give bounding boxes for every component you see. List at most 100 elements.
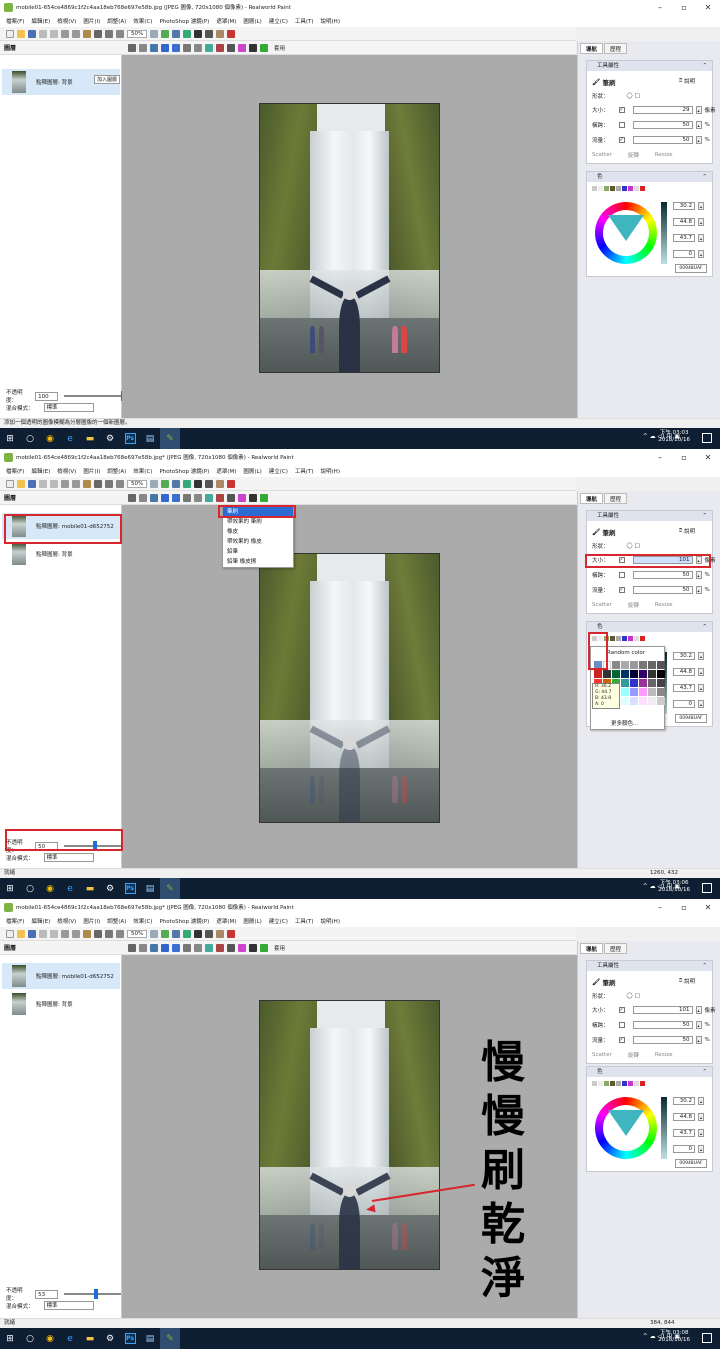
swatch[interactable] (622, 1081, 627, 1086)
saturation-spinner[interactable]: ▴ (698, 218, 704, 226)
menu-edit[interactable]: 編輯(E) (31, 467, 50, 475)
help-link[interactable]: 說明 (684, 527, 695, 535)
zoom-icon[interactable] (116, 479, 124, 488)
file-explorer-icon[interactable]: ▬ (80, 878, 100, 899)
menu-tools[interactable]: 工具(T) (295, 17, 314, 25)
apply-button[interactable]: 套用 (274, 44, 285, 52)
swatch[interactable] (639, 688, 647, 696)
flow-checkbox[interactable]: ✓ (618, 137, 625, 143)
hex-input[interactable]: 00948UAF (675, 1159, 707, 1168)
saturation-input[interactable]: 44.8 (673, 1113, 695, 1121)
swatch[interactable] (657, 670, 665, 678)
swatch[interactable] (630, 697, 638, 705)
text-icon[interactable] (161, 43, 169, 52)
search-icon[interactable]: ○ (20, 878, 40, 899)
line-icon[interactable] (183, 493, 191, 502)
menu-image[interactable]: 圖片(I) (83, 917, 100, 925)
swatch[interactable] (621, 661, 629, 669)
menu-create[interactable]: 建立(C) (269, 917, 288, 925)
flow-spinner[interactable]: ▴ (695, 1036, 702, 1044)
zoom-icon[interactable] (116, 29, 124, 38)
resize-option[interactable]: Resize (655, 1052, 673, 1058)
zoom-select[interactable]: 50% (127, 929, 148, 938)
marquee-icon[interactable] (139, 943, 147, 952)
layers-icon[interactable] (172, 929, 181, 938)
brush-icon[interactable] (172, 943, 180, 952)
green-icon[interactable] (183, 929, 192, 938)
color-wheel[interactable] (595, 1097, 657, 1159)
menu-image[interactable]: 圖片(I) (83, 17, 100, 25)
layer-row[interactable]: 點陣圖層: mobile01-d652752 (2, 963, 120, 989)
square-shape-icon[interactable]: □ (635, 543, 640, 549)
contrast-icon[interactable] (205, 29, 214, 38)
hardness-input[interactable]: 50 (632, 571, 693, 579)
fill-icon[interactable] (205, 493, 213, 502)
hardness-checkbox[interactable] (618, 572, 625, 578)
tab-history[interactable]: 歷程 (604, 493, 628, 504)
value-slider[interactable] (661, 1097, 667, 1159)
menu-layer[interactable]: 圖層(L) (243, 467, 261, 475)
paste-icon[interactable] (83, 929, 91, 938)
green-icon[interactable] (183, 29, 192, 38)
rotate-icon[interactable] (105, 29, 113, 38)
hue-input[interactable]: 30.2 (673, 202, 695, 210)
shape-icon[interactable] (194, 43, 202, 52)
swatch[interactable] (640, 186, 645, 191)
menu-item-pencil[interactable]: 鉛筆 (223, 547, 293, 557)
file-explorer-icon[interactable]: ▬ (80, 428, 100, 449)
rotate-option[interactable]: 旋轉 (628, 151, 639, 159)
minimize-icon[interactable]: – (648, 903, 672, 912)
swatch[interactable] (630, 661, 638, 669)
menu-image[interactable]: 圖片(I) (83, 467, 100, 475)
hex-input[interactable]: 00948UAF (675, 714, 707, 723)
hex-input[interactable]: 00948UAF (675, 264, 707, 273)
swatch[interactable] (634, 1081, 639, 1086)
canvas-photo[interactable] (259, 103, 440, 373)
select-icon[interactable] (128, 493, 136, 502)
minimize-icon[interactable]: – (648, 3, 672, 12)
crop-icon[interactable] (94, 929, 102, 938)
menu-mask[interactable]: 遮罩(M) (216, 467, 236, 475)
pen-icon[interactable] (216, 29, 225, 38)
menu-item-pencil-eraser[interactable]: 鉛筆 橡皮擦 (223, 557, 293, 567)
close-icon[interactable]: ✕ (696, 3, 720, 12)
select-icon[interactable] (128, 43, 136, 52)
value-slider[interactable] (661, 202, 667, 264)
swatch[interactable] (610, 186, 615, 191)
save-icon[interactable] (28, 929, 36, 938)
zoom-select[interactable]: 50% (127, 29, 148, 38)
dropper-icon[interactable] (227, 493, 235, 502)
layers-icon[interactable] (172, 479, 181, 488)
photoshop-icon[interactable]: Ps (120, 878, 140, 899)
opacity-slider[interactable] (64, 1289, 121, 1299)
swatch[interactable] (604, 1081, 609, 1086)
redo-icon[interactable] (50, 29, 58, 38)
stamp-icon[interactable] (216, 493, 224, 502)
alpha-spinner[interactable]: ▴ (698, 700, 704, 708)
app-task-icon[interactable]: ▤ (140, 878, 160, 899)
size-checkbox[interactable]: ✓ (618, 107, 625, 113)
swatch[interactable] (640, 1081, 645, 1086)
saturation-input[interactable]: 44.8 (673, 218, 695, 226)
arrow-icon[interactable] (249, 943, 257, 952)
realworld-paint-task-icon[interactable]: ✎ (160, 428, 180, 449)
grid-icon[interactable] (161, 929, 170, 938)
color-wheel[interactable] (595, 202, 657, 264)
swatch[interactable] (639, 661, 647, 669)
maximize-icon[interactable]: ▫ (672, 3, 696, 12)
rotate-icon[interactable] (105, 479, 113, 488)
swatch[interactable] (610, 1081, 615, 1086)
menu-edit[interactable]: 編輯(E) (31, 917, 50, 925)
hue-spinner[interactable]: ▴ (698, 652, 704, 660)
chrome-icon[interactable]: ◉ (40, 1328, 60, 1349)
select-icon[interactable] (128, 943, 136, 952)
help-icon[interactable]: ⍰ (679, 528, 682, 535)
search-icon[interactable]: ○ (20, 428, 40, 449)
swatch[interactable] (622, 186, 627, 191)
save-icon[interactable] (28, 29, 36, 38)
moon-icon[interactable] (194, 29, 203, 38)
round-shape-icon[interactable]: ◯ (627, 993, 633, 999)
rotate-icon[interactable] (105, 929, 113, 938)
menu-item-effect-eraser[interactable]: 帶效果的 橡皮 (223, 537, 293, 547)
app-task-icon[interactable]: ▤ (140, 1328, 160, 1349)
